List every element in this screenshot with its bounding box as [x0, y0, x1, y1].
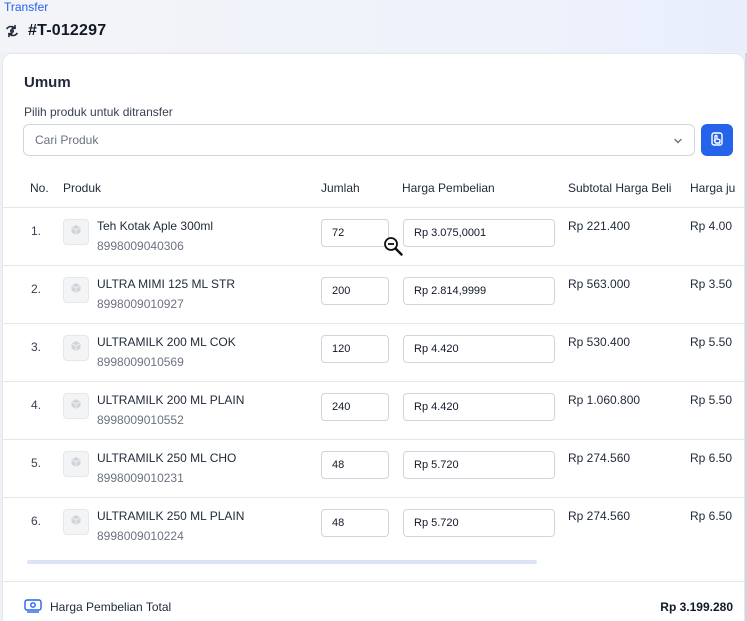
product-thumbnail — [63, 451, 89, 477]
subtotal-value: Rp 530.400 — [568, 335, 631, 349]
quantity-input[interactable] — [321, 509, 389, 537]
product-name: ULTRAMILK 200 ML PLAIN — [97, 393, 245, 407]
col-quantity: Jumlah — [321, 181, 360, 195]
product-sku: 8998009010569 — [97, 355, 184, 369]
product-sku: 8998009010927 — [97, 297, 184, 311]
product-sku: 8998009010552 — [97, 413, 184, 427]
section-title: Umum — [24, 74, 71, 91]
product-thumbnail — [63, 509, 89, 535]
product-sku: 8998009010231 — [97, 471, 184, 485]
table-header: No. Produk Jumlah Harga Pembelian Subtot… — [3, 170, 744, 208]
product-name: ULTRAMILK 200 ML COK — [97, 335, 236, 349]
table-row: 6. ULTRAMILK 250 ML PLAIN 8998009010224 … — [3, 498, 744, 556]
quantity-input[interactable] — [321, 335, 389, 363]
col-subtotal: Subtotal Harga Beli — [568, 181, 672, 195]
product-name: ULTRAMILK 250 ML CHO — [97, 451, 237, 465]
horizontal-scrollbar[interactable] — [27, 560, 537, 564]
purchase-price-input[interactable] — [403, 451, 555, 479]
product-sku: 8998009010224 — [97, 529, 184, 543]
zoom-out-cursor-icon — [383, 236, 405, 263]
row-number: 6. — [31, 514, 42, 528]
quantity-input[interactable] — [321, 393, 389, 421]
box-icon — [70, 513, 82, 531]
product-name: Teh Kotak Aple 300ml — [97, 219, 214, 233]
purchase-price-input[interactable] — [403, 219, 555, 247]
product-name: ULTRAMILK 250 ML PLAIN — [97, 509, 245, 523]
chevron-down-icon — [672, 134, 684, 152]
table-row: 4. ULTRAMILK 200 ML PLAIN 8998009010552 … — [3, 382, 744, 440]
quantity-input[interactable] — [321, 277, 389, 305]
row-number: 5. — [31, 456, 42, 470]
product-thumbnail — [63, 393, 89, 419]
table-row: 1. Teh Kotak Aple 300ml 8998009040306 Rp… — [3, 208, 744, 266]
product-select-label: Pilih produk untuk ditransfer — [24, 105, 173, 119]
row-number: 1. — [31, 224, 42, 238]
quantity-input[interactable] — [321, 451, 389, 479]
page-title: #T-012297 — [28, 22, 107, 39]
sell-price-value: Rp 4.00 — [690, 219, 733, 233]
product-sku: 8998009040306 — [97, 239, 184, 253]
table-row: 5. ULTRAMILK 250 ML CHO 8998009010231 Rp… — [3, 440, 744, 498]
box-icon — [70, 397, 82, 415]
purchase-price-input[interactable] — [403, 509, 555, 537]
row-number: 2. — [31, 282, 42, 296]
total-footer: Harga Pembelian Total Rp 3.199.280 — [3, 581, 744, 621]
col-purchase-price: Harga Pembelian — [402, 181, 495, 195]
box-icon — [70, 223, 82, 241]
scan-hand-icon — [709, 131, 725, 150]
breadcrumb[interactable]: Transfer — [4, 0, 48, 14]
table-row: 3. ULTRAMILK 200 ML COK 8998009010569 Rp… — [3, 324, 744, 382]
subtotal-value: Rp 221.400 — [568, 219, 631, 233]
subtotal-value: Rp 563.000 — [568, 277, 631, 291]
subtotal-value: Rp 274.560 — [568, 509, 631, 523]
row-number: 3. — [31, 340, 42, 354]
transfer-arrows-icon — [4, 23, 20, 39]
subtotal-value: Rp 274.560 — [568, 451, 631, 465]
top-bar: Transfer #T-012297 — [0, 0, 747, 52]
box-icon — [70, 339, 82, 357]
purchase-price-input[interactable] — [403, 277, 555, 305]
product-name: ULTRA MIMI 125 ML STR — [97, 277, 236, 291]
box-icon — [70, 281, 82, 299]
total-value: Rp 3.199.280 — [660, 600, 733, 614]
purchase-price-input[interactable] — [403, 335, 555, 363]
money-icon — [24, 599, 42, 618]
col-product: Produk — [63, 181, 102, 195]
table-row: 2. ULTRA MIMI 125 ML STR 8998009010927 R… — [3, 266, 744, 324]
row-number: 4. — [31, 398, 42, 412]
total-label: Harga Pembelian Total — [50, 600, 172, 614]
product-search-select[interactable]: Cari Produk — [23, 124, 695, 156]
transfer-card: Umum Pilih produk untuk ditransfer Cari … — [2, 53, 745, 621]
subtotal-value: Rp 1.060.800 — [568, 393, 641, 407]
scan-product-button[interactable] — [701, 124, 733, 156]
col-sell-price: Harga ju — [690, 181, 736, 195]
sell-price-value: Rp 3.50 — [690, 277, 733, 291]
sell-price-value: Rp 6.50 — [690, 451, 733, 465]
purchase-price-input[interactable] — [403, 393, 555, 421]
product-thumbnail — [63, 335, 89, 361]
sell-price-value: Rp 5.50 — [690, 393, 733, 407]
product-thumbnail — [63, 219, 89, 245]
box-icon — [70, 455, 82, 473]
quantity-input[interactable] — [321, 219, 389, 247]
page-header: #T-012297 — [4, 20, 106, 42]
sell-price-value: Rp 6.50 — [690, 509, 733, 523]
product-thumbnail — [63, 277, 89, 303]
sell-price-value: Rp 5.50 — [690, 335, 733, 349]
col-no: No. — [30, 181, 49, 195]
product-search-placeholder: Cari Produk — [35, 133, 99, 147]
transfer-table: No. Produk Jumlah Harga Pembelian Subtot… — [3, 170, 744, 556]
